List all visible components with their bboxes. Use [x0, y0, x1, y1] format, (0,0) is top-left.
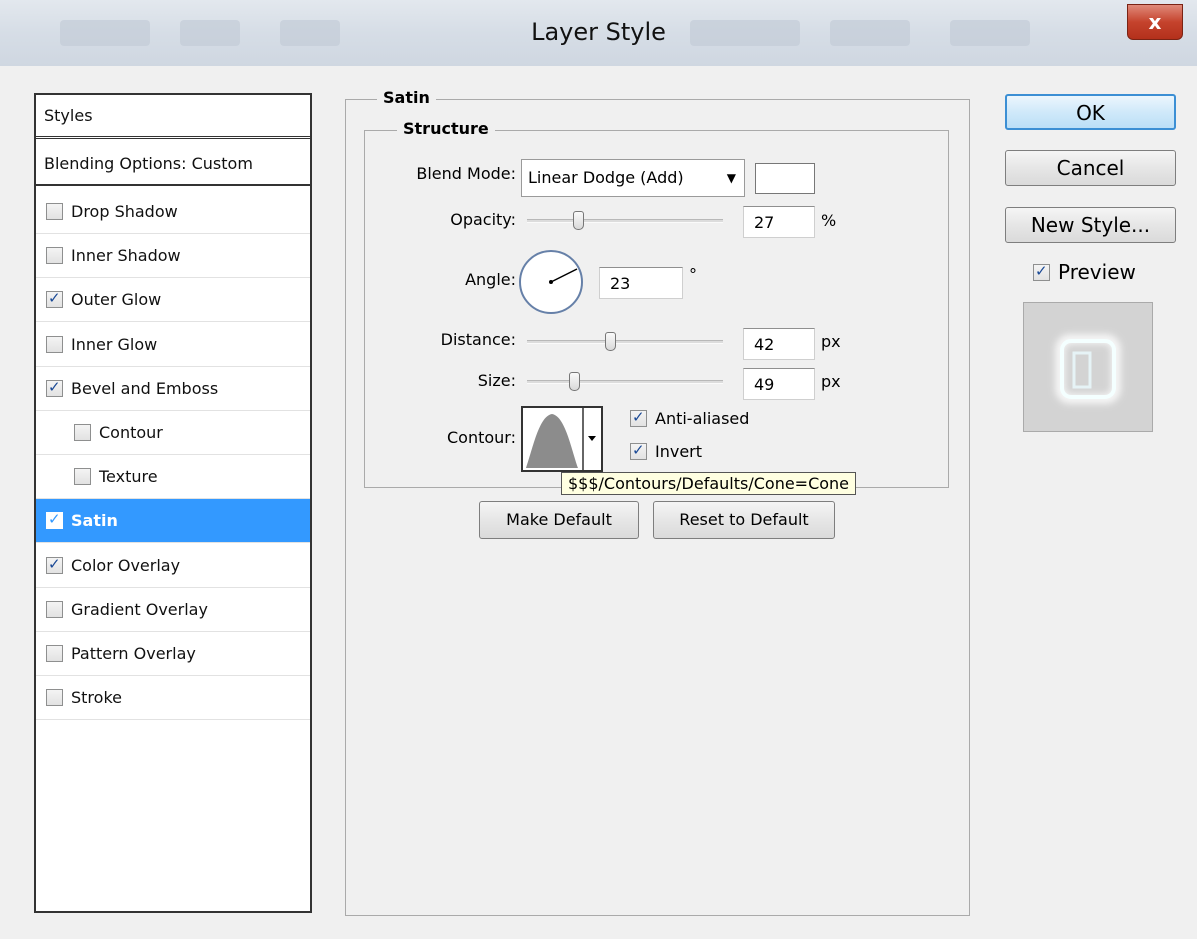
style-item-label: Inner Shadow: [71, 246, 181, 266]
styles-header-label: Styles: [44, 106, 93, 125]
distance-label: Distance:: [440, 330, 516, 349]
styles-list: Styles Blending Options: Custom Drop Sha…: [34, 93, 312, 913]
checkbox-icon[interactable]: [46, 335, 63, 353]
style-item-color-overlay[interactable]: Color Overlay: [36, 544, 310, 588]
style-item-label: Contour: [99, 423, 163, 442]
chevron-down-icon: ▼: [726, 171, 736, 185]
close-button[interactable]: x: [1127, 4, 1183, 40]
blend-mode-select[interactable]: Linear Dodge (Add) ▼: [521, 159, 745, 197]
distance-slider-track[interactable]: [527, 340, 723, 344]
style-preview-thumbnail: [1023, 302, 1153, 432]
distance-slider-thumb[interactable]: [605, 332, 616, 351]
blend-color-swatch[interactable]: [755, 163, 815, 194]
blend-mode-value: Linear Dodge (Add): [528, 168, 684, 187]
checkbox-icon[interactable]: [46, 689, 63, 707]
angle-label: Angle:: [465, 270, 516, 289]
style-item-label: Satin: [71, 511, 118, 531]
style-item-inner-glow[interactable]: Inner Glow: [36, 323, 310, 367]
size-label: Size:: [477, 371, 516, 390]
dialog-body: Styles Blending Options: Custom Drop Sha…: [9, 66, 1189, 932]
size-input[interactable]: 49: [743, 368, 815, 400]
anti-aliased-label: Anti-aliased: [655, 409, 750, 428]
style-item-gradient-overlay[interactable]: Gradient Overlay: [36, 588, 310, 632]
invert-label: Invert: [655, 442, 703, 461]
cone-contour-icon: [526, 408, 596, 470]
checkbox-icon[interactable]: [46, 600, 63, 618]
angle-dial[interactable]: [519, 250, 583, 314]
style-item-bevel-and-emboss[interactable]: Bevel and Emboss: [36, 367, 310, 411]
cancel-button[interactable]: Cancel: [1005, 150, 1176, 186]
style-item-label: Bevel and Emboss: [71, 378, 219, 398]
angle-needle-icon: [549, 268, 578, 284]
reset-default-button[interactable]: Reset to Default: [653, 501, 835, 539]
style-item-label: Stroke: [71, 688, 122, 708]
close-icon: x: [1148, 10, 1162, 34]
anti-aliased-check-icon: [630, 408, 647, 427]
style-item-drop-shadow[interactable]: Drop Shadow: [36, 190, 310, 234]
style-item-contour[interactable]: Contour: [36, 411, 310, 455]
preview-label: Preview: [1058, 260, 1136, 284]
blending-options-label: Blending Options: Custom: [44, 153, 253, 173]
satin-group-title: Satin: [377, 88, 436, 107]
checkbox-icon[interactable]: [74, 424, 91, 441]
invert-check-icon: [630, 441, 647, 460]
style-item-label: Gradient Overlay: [71, 599, 208, 619]
style-item-label: Color Overlay: [71, 555, 181, 575]
checkbox-icon[interactable]: [46, 645, 63, 662]
style-item-stroke[interactable]: Stroke: [36, 676, 310, 721]
style-item-inner-shadow[interactable]: Inner Shadow: [36, 234, 310, 279]
ok-button[interactable]: OK: [1005, 94, 1176, 130]
opacity-slider-track[interactable]: [527, 219, 723, 223]
checkbox-icon[interactable]: [46, 289, 63, 309]
contour-tooltip: $$$/Contours/Defaults/Cone=Cone: [561, 472, 857, 495]
styles-header[interactable]: Styles: [36, 95, 310, 139]
contour-label: Contour:: [447, 428, 516, 447]
blending-options-item[interactable]: Blending Options: Custom: [36, 142, 310, 186]
checkbox-icon[interactable]: [46, 555, 63, 574]
make-default-button[interactable]: Make Default: [479, 501, 639, 539]
size-slider-track[interactable]: [527, 380, 723, 384]
preview-glow-icon: [1056, 335, 1120, 403]
invert-checkbox[interactable]: Invert: [630, 441, 703, 461]
style-item-outer-glow[interactable]: Outer Glow: [36, 278, 310, 323]
title-bar: Layer Style x: [0, 0, 1197, 66]
opacity-unit: %: [821, 211, 837, 230]
angle-input[interactable]: 23: [599, 267, 683, 299]
size-slider-thumb[interactable]: [569, 372, 580, 391]
opacity-label: Opacity:: [450, 210, 516, 229]
checkbox-icon[interactable]: [46, 203, 63, 220]
style-item-label: Drop Shadow: [71, 202, 178, 221]
checkbox-icon[interactable]: [46, 378, 63, 397]
window-title: Layer Style: [531, 18, 666, 46]
style-item-label: Outer Glow: [71, 290, 162, 310]
angle-unit: °: [689, 265, 697, 284]
distance-unit: px: [821, 332, 841, 351]
style-item-label: Texture: [99, 467, 158, 487]
structure-group-title: Structure: [397, 119, 495, 138]
size-unit: px: [821, 372, 841, 391]
blend-mode-label: Blend Mode:: [416, 164, 516, 183]
style-item-texture[interactable]: Texture: [36, 455, 310, 500]
opacity-input[interactable]: 27: [743, 206, 815, 238]
anti-aliased-checkbox[interactable]: Anti-aliased: [630, 408, 750, 428]
new-style-button[interactable]: New Style...: [1005, 207, 1176, 243]
style-item-satin[interactable]: Satin: [36, 499, 310, 544]
distance-input[interactable]: 42: [743, 328, 815, 360]
style-item-label: Pattern Overlay: [71, 644, 196, 663]
checkbox-icon[interactable]: [46, 247, 63, 265]
style-item-pattern-overlay[interactable]: Pattern Overlay: [36, 632, 310, 676]
checkbox-icon[interactable]: [46, 510, 63, 530]
style-item-label: Inner Glow: [71, 334, 158, 354]
opacity-slider-thumb[interactable]: [573, 211, 584, 230]
contour-picker[interactable]: [521, 406, 603, 472]
preview-check-icon: [1033, 262, 1050, 281]
preview-checkbox[interactable]: Preview: [1033, 260, 1136, 284]
checkbox-icon[interactable]: [74, 468, 91, 486]
